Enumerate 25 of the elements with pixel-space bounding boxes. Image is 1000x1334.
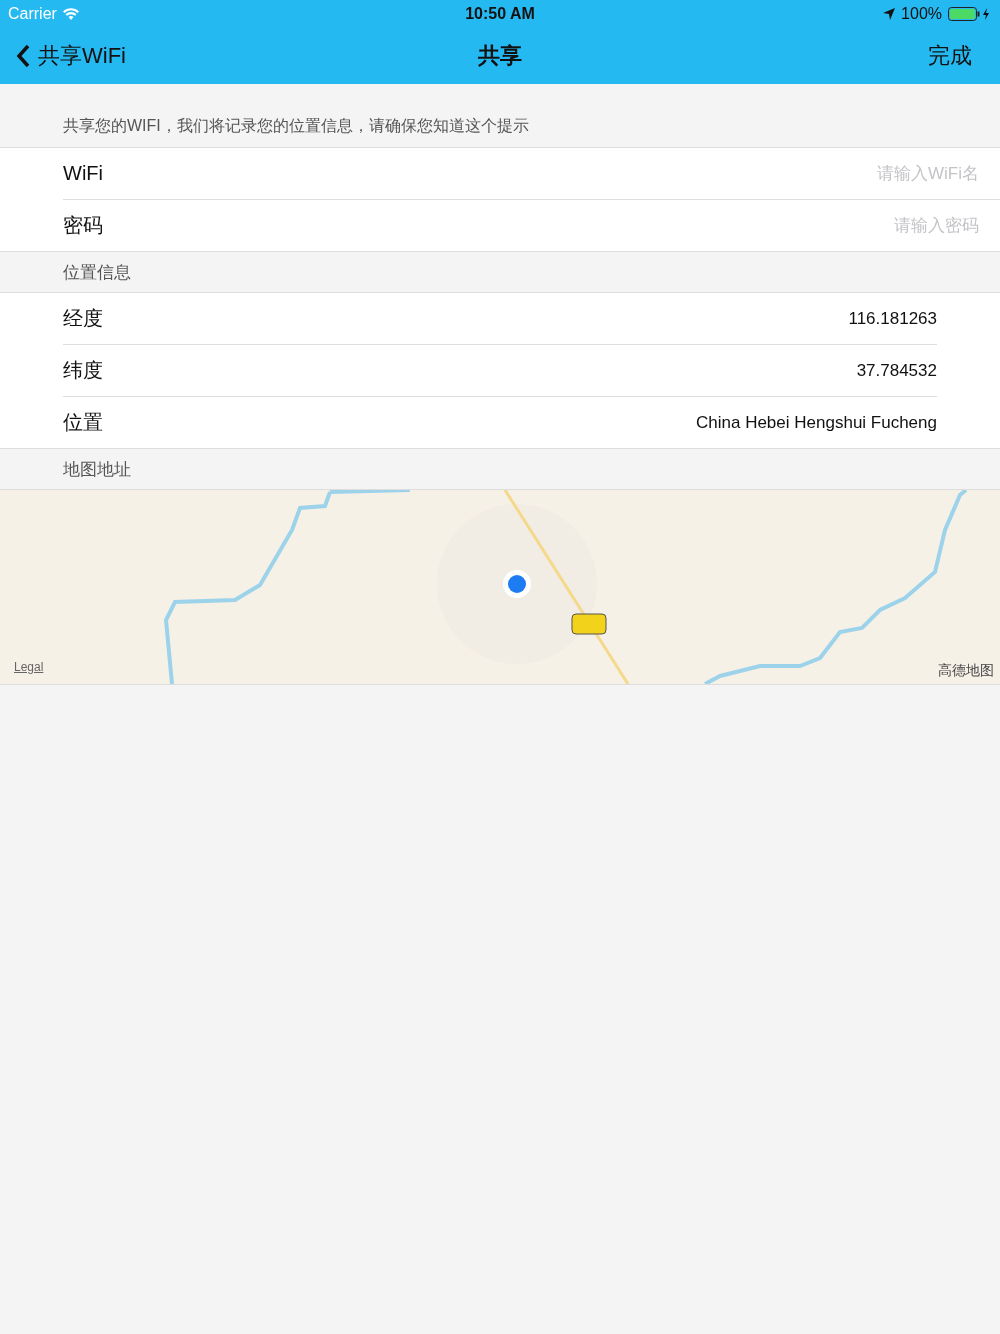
- done-button[interactable]: 完成: [928, 41, 972, 71]
- back-button[interactable]: 共享WiFi: [16, 41, 126, 71]
- row-value: 37.784532: [856, 360, 937, 381]
- section-header: 位置信息: [63, 261, 131, 284]
- battery-percentage: 100%: [901, 5, 942, 23]
- screen-title: 共享: [477, 42, 523, 70]
- row-value: 116.181263: [848, 308, 937, 329]
- location-arrow-icon: [883, 8, 896, 20]
- chevron-left-icon: [16, 44, 30, 68]
- battery-charging-icon: [948, 7, 992, 21]
- section-header: 地图地址: [63, 458, 131, 481]
- legal-link[interactable]: Legal: [14, 660, 44, 674]
- map-provider-label: 高德地图: [938, 662, 994, 680]
- row-label: 纬度: [63, 358, 103, 383]
- wifi-icon: [62, 8, 79, 20]
- input-field[interactable]: 请输入WiFi名: [679, 163, 979, 184]
- field-label: 密码: [63, 213, 103, 238]
- row-value: China Hebei Hengshui Fucheng: [696, 412, 937, 433]
- row-label: 位置: [63, 410, 103, 435]
- privacy-note: 共享您的WIFI，我们将记录您的位置信息，请确保您知道这个提示: [63, 116, 529, 136]
- field-label: WiFi: [63, 162, 103, 185]
- row-label: 经度: [63, 306, 103, 331]
- status-time: 10:50 AM: [464, 5, 536, 23]
- carrier-label: Carrier: [8, 5, 57, 23]
- input-field[interactable]: 请输入密码: [679, 215, 979, 236]
